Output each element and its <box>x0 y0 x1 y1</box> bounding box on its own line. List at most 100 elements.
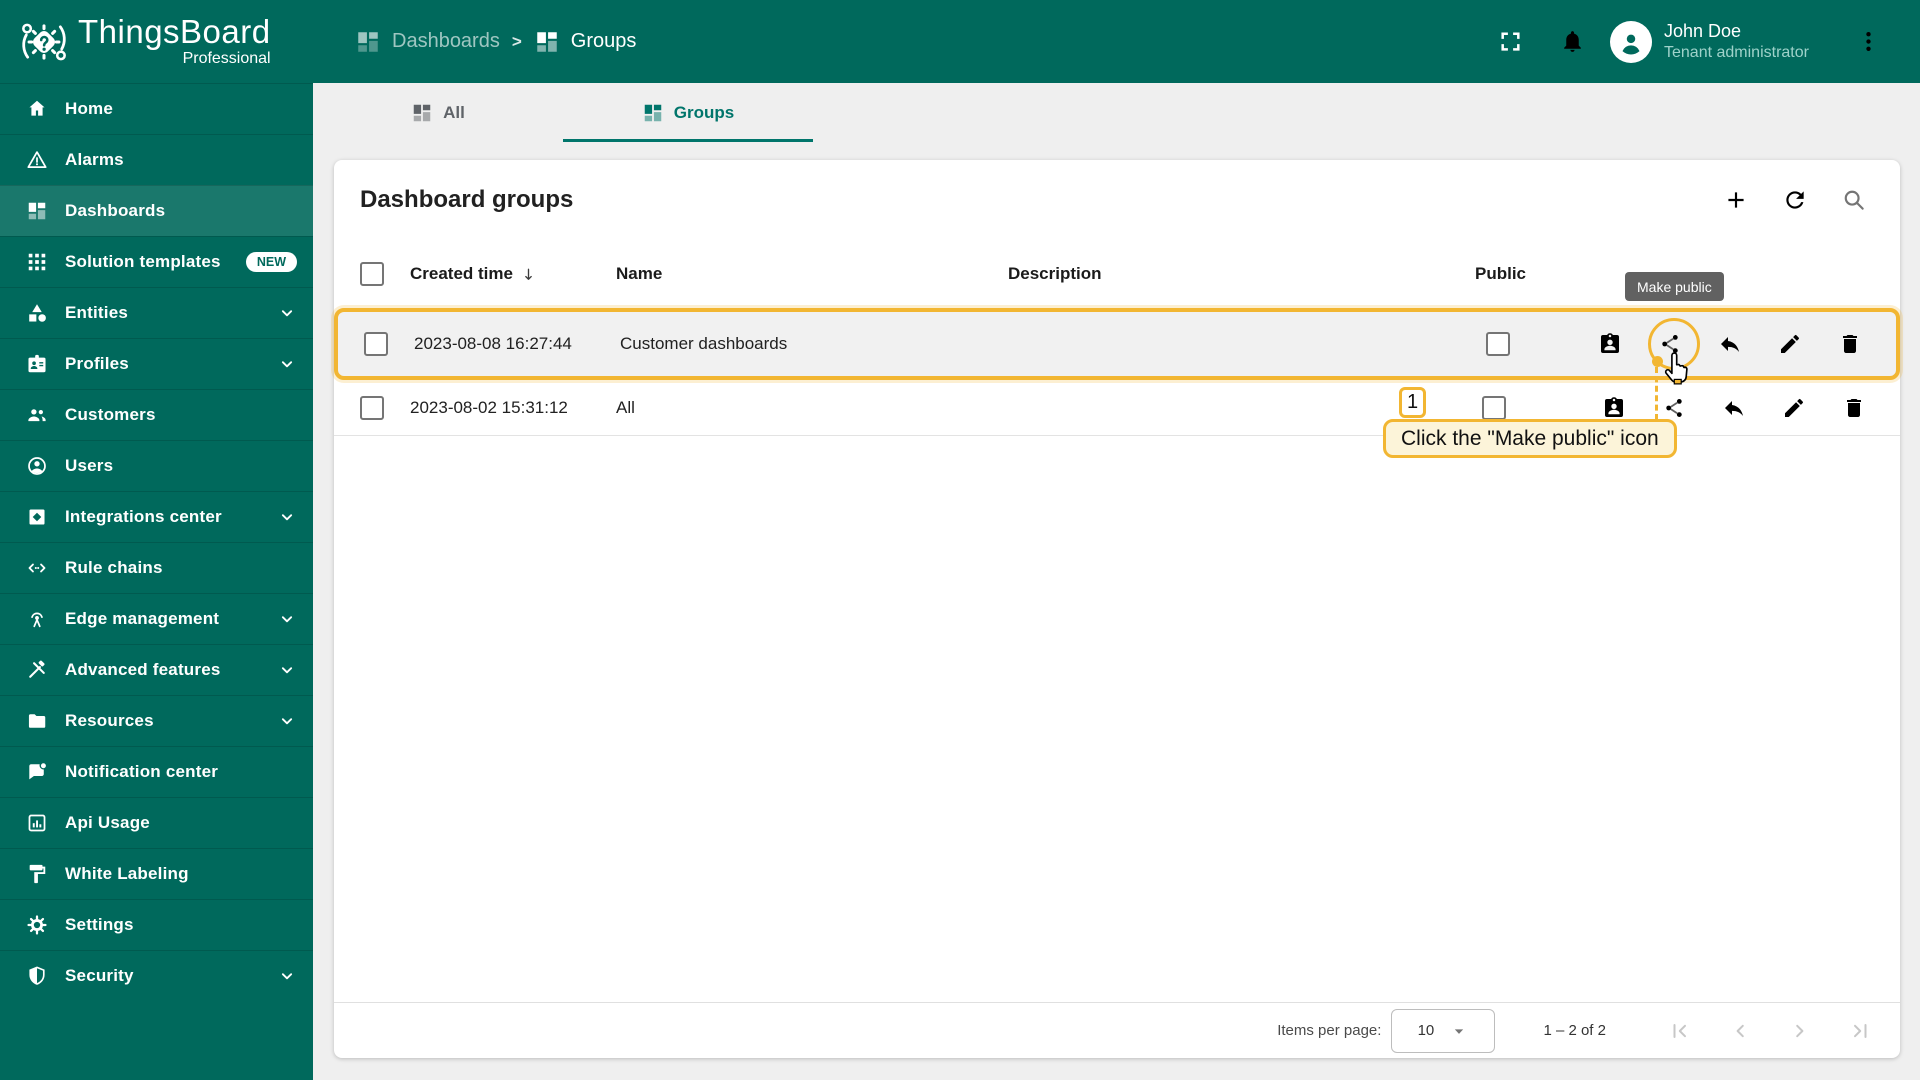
topbar: Dashboards > Groups John Doe Tenant admi… <box>313 0 1920 83</box>
add-group-button[interactable] <box>1714 178 1758 222</box>
delete-button[interactable] <box>1828 322 1872 366</box>
sidebar-item-alarms[interactable]: Alarms <box>0 134 313 185</box>
sidebar-item-edge-management[interactable]: Edge management <box>0 593 313 644</box>
sidebar-item-white-labeling[interactable]: White Labeling <box>0 848 313 899</box>
breadcrumb-separator: > <box>511 31 522 51</box>
home-icon <box>26 98 48 120</box>
sidebar-item-solution-templates[interactable]: Solution templates NEW <box>0 236 313 287</box>
pencil-icon <box>1781 334 1800 353</box>
bar-chart-icon <box>26 812 48 834</box>
items-per-page-label: Items per page: <box>1277 1022 1382 1039</box>
select-all-checkbox[interactable] <box>360 262 384 286</box>
make-public-button[interactable] <box>1652 386 1696 430</box>
cell-created-time: 2023-08-08 16:27:44 <box>414 334 572 353</box>
sidebar-item-advanced-features[interactable]: Advanced features <box>0 644 313 695</box>
refresh-button[interactable] <box>1773 178 1817 222</box>
brand-logo[interactable]: ThingsBoard Professional <box>0 0 313 83</box>
sidebar-item-profiles[interactable]: Profiles <box>0 338 313 389</box>
sidebar-item-api-usage[interactable]: Api Usage <box>0 797 313 848</box>
delete-button[interactable] <box>1832 386 1876 430</box>
chevron-down-icon <box>277 660 297 680</box>
column-header-name[interactable]: Name <box>616 264 1008 284</box>
rule-chain-icon <box>26 557 48 579</box>
refresh-icon <box>1786 191 1804 209</box>
thingsboard-logo-icon <box>22 23 66 60</box>
make-public-button[interactable] <box>1648 322 1692 366</box>
last-page-button[interactable] <box>1838 1009 1882 1053</box>
apps-grid-icon <box>26 251 48 273</box>
sidebar-item-label: Dashboards <box>65 201 166 220</box>
caret-down-icon <box>1455 1028 1464 1034</box>
antenna-icon <box>26 608 48 630</box>
tab-all[interactable]: All <box>313 83 563 142</box>
topbar-right: John Doe Tenant administrator <box>1488 20 1920 64</box>
table-header-row: Created time Name Description Public <box>334 240 1900 308</box>
group-permissions-icon <box>1601 333 1619 353</box>
sidebar-item-label: Solution templates <box>65 252 221 271</box>
sidebar-item-label: Security <box>65 966 134 985</box>
sidebar-item-notification-center[interactable]: Notification center <box>0 746 313 797</box>
make-private-button[interactable] <box>1708 322 1752 366</box>
tools-icon <box>26 659 48 681</box>
breadcrumb-groups[interactable]: Groups <box>534 29 636 55</box>
previous-page-icon <box>1736 1024 1744 1037</box>
tab-groups[interactable]: Groups <box>563 83 813 142</box>
sidebar-item-security[interactable]: Security <box>0 950 313 1001</box>
sidebar-item-entities[interactable]: Entities <box>0 287 313 338</box>
sidebar-item-settings[interactable]: Settings <box>0 899 313 950</box>
edit-button[interactable] <box>1772 386 1816 430</box>
next-page-button[interactable] <box>1778 1009 1822 1053</box>
sidebar-nav: Home Alarms Dashboards Solution template… <box>0 83 313 1001</box>
chevron-down-icon <box>277 303 297 323</box>
notification-bubble-icon <box>26 761 48 783</box>
page-title: Dashboard groups <box>360 186 574 213</box>
cell-name: All <box>616 397 635 417</box>
sidebar-item-label: Home <box>65 99 114 118</box>
reply-icon <box>1725 400 1743 416</box>
table-row-all[interactable]: 2023-08-02 15:31:12 All <box>334 380 1900 436</box>
avatar[interactable] <box>1610 20 1652 63</box>
sidebar-item-resources[interactable]: Resources <box>0 695 313 746</box>
page-size-select[interactable]: 10 <box>1391 1008 1496 1053</box>
sort-descending-icon <box>525 268 532 280</box>
pager-buttons <box>1658 1009 1882 1053</box>
sidebar-item-label: Api Usage <box>65 813 150 832</box>
sidebar-item-rule-chains[interactable]: Rule chains <box>0 542 313 593</box>
dashboards-icon <box>26 200 48 222</box>
next-page-icon <box>1796 1024 1804 1037</box>
cell-created-time: 2023-08-02 15:31:12 <box>410 397 568 417</box>
notifications-button[interactable] <box>1550 20 1594 64</box>
fullscreen-button[interactable] <box>1488 20 1532 64</box>
sidebar-item-home[interactable]: Home <box>0 83 313 134</box>
plus-icon <box>1728 192 1744 208</box>
search-button[interactable] <box>1832 178 1876 222</box>
sidebar-item-dashboards[interactable]: Dashboards <box>0 185 313 236</box>
manage-permissions-button[interactable] <box>1588 322 1632 366</box>
group-permissions-icon <box>1605 396 1623 417</box>
make-private-button[interactable] <box>1712 386 1756 430</box>
column-header-public[interactable]: Public <box>1468 264 1578 284</box>
sidebar-item-label: Profiles <box>65 354 129 373</box>
breadcrumb-dashboards[interactable]: Dashboards <box>355 29 500 55</box>
sidebar-item-integrations-center[interactable]: Integrations center <box>0 491 313 542</box>
kebab-icon <box>1865 32 1871 51</box>
user-menu[interactable]: John Doe Tenant administrator <box>1664 20 1822 63</box>
manage-permissions-button[interactable] <box>1592 386 1636 430</box>
trash-icon <box>1843 335 1857 353</box>
breadcrumb-label: Dashboards <box>392 30 500 52</box>
previous-page-button[interactable] <box>1718 1009 1762 1053</box>
sidebar-item-label: Notification center <box>65 762 219 781</box>
column-header-description[interactable]: Description <box>1008 264 1468 284</box>
first-page-button[interactable] <box>1658 1009 1702 1053</box>
public-checkbox[interactable] <box>1486 332 1510 356</box>
edit-button[interactable] <box>1768 322 1812 366</box>
row-checkbox[interactable] <box>360 395 384 420</box>
table-row-customer-dashboards[interactable]: 2023-08-08 16:27:44 Customer dashboards <box>334 308 1900 380</box>
sidebar-item-customers[interactable]: Customers <box>0 389 313 440</box>
row-checkbox[interactable] <box>364 332 388 356</box>
column-header-created-time[interactable]: Created time <box>410 264 616 284</box>
public-checkbox[interactable] <box>1482 395 1506 420</box>
more-menu-button[interactable] <box>1846 20 1890 64</box>
fullscreen-icon <box>1500 32 1520 51</box>
sidebar-item-users[interactable]: Users <box>0 440 313 491</box>
